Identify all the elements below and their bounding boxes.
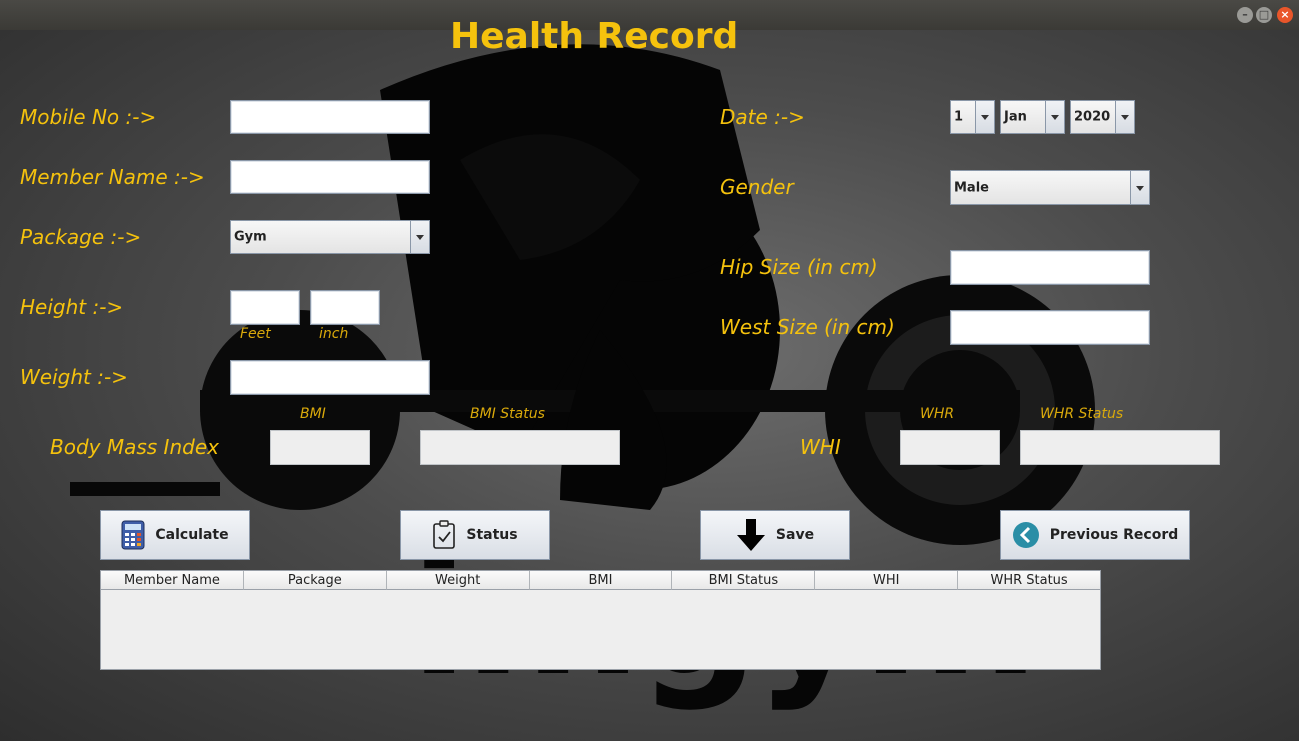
gender-value: Male — [954, 180, 989, 195]
column-header-bmi[interactable]: BMI — [529, 571, 673, 590]
year-value: 2020 — [1074, 109, 1111, 125]
feet-label: Feet — [240, 326, 271, 342]
arrow-down-icon — [736, 519, 765, 551]
hip-size-input[interactable] — [950, 250, 1150, 285]
inch-label: inch — [319, 326, 349, 342]
member-name-label: Member Name :-> — [20, 165, 205, 189]
bmi-status-label: BMI Status — [470, 406, 545, 422]
whr-output — [900, 430, 1000, 465]
bmi-output — [270, 430, 370, 465]
bmi-label: BMI — [300, 406, 326, 422]
column-header-member-name[interactable]: Member Name — [101, 571, 244, 590]
date-label: Date :-> — [720, 105, 805, 129]
column-header-whi[interactable]: WHI — [815, 571, 959, 590]
waist-size-input[interactable] — [950, 310, 1150, 345]
chevron-down-icon[interactable] — [1045, 101, 1064, 133]
minimize-icon[interactable]: – — [1237, 7, 1253, 23]
mobile-label: Mobile No :-> — [20, 105, 157, 129]
year-select[interactable]: 2020 — [1070, 100, 1135, 134]
maximize-icon[interactable]: □ — [1256, 7, 1272, 23]
calculate-button[interactable]: Calculate — [100, 510, 250, 560]
previous-record-label: Previous Record — [1049, 527, 1179, 543]
save-label: Save — [775, 527, 815, 543]
month-select[interactable]: Jan — [1000, 100, 1065, 134]
whr-status-output — [1020, 430, 1220, 465]
column-header-bmi-status[interactable]: BMI Status — [672, 571, 816, 590]
day-value: 1 — [954, 109, 964, 125]
table-header: Member Name Package Weight BMI BMI Statu… — [101, 571, 1101, 590]
status-button[interactable]: Status — [400, 510, 550, 560]
calculate-label: Calculate — [155, 527, 229, 543]
gender-label: Gender — [720, 175, 794, 199]
weight-label: Weight :-> — [20, 365, 128, 389]
chevron-down-icon[interactable] — [1130, 171, 1149, 204]
clipboard-check-icon — [433, 520, 456, 549]
close-icon[interactable]: × — [1277, 7, 1293, 23]
waist-size-label: West Size (in cm) — [720, 315, 895, 339]
mobile-input[interactable] — [230, 100, 430, 134]
chevron-down-icon[interactable] — [410, 221, 429, 253]
status-label: Status — [466, 527, 518, 543]
weight-input[interactable] — [230, 360, 430, 395]
column-header-whr-status[interactable]: WHR Status — [958, 571, 1101, 590]
gender-select[interactable]: Male — [950, 170, 1150, 205]
column-header-weight[interactable]: Weight — [386, 571, 530, 590]
chevron-down-icon[interactable] — [975, 101, 994, 133]
package-value: Gym — [234, 229, 267, 245]
records-table[interactable]: Member Name Package Weight BMI BMI Statu… — [100, 570, 1101, 670]
height-inch-input[interactable] — [310, 290, 380, 325]
save-button[interactable]: Save — [700, 510, 850, 560]
member-name-input[interactable] — [230, 160, 430, 194]
package-label: Package :-> — [20, 225, 142, 249]
whr-status-label: WHR Status — [1040, 406, 1124, 422]
column-header-package[interactable]: Package — [243, 571, 387, 590]
height-label: Height :-> — [20, 295, 124, 319]
whr-label: WHR — [920, 406, 955, 422]
month-value: Jan — [1004, 109, 1027, 125]
package-select[interactable]: Gym — [230, 220, 430, 254]
chevron-left-circle-icon — [1012, 522, 1039, 548]
previous-record-button[interactable]: Previous Record — [1000, 510, 1190, 560]
calculator-icon — [121, 520, 145, 550]
whi-label: WHI — [800, 435, 841, 459]
body-mass-index-label: Body Mass Index — [50, 435, 219, 459]
page-title: Health Record — [450, 16, 739, 57]
bmi-status-output — [420, 430, 620, 465]
chevron-down-icon[interactable] — [1115, 101, 1134, 133]
day-select[interactable]: 1 — [950, 100, 995, 134]
height-feet-input[interactable] — [230, 290, 300, 325]
hip-size-label: Hip Size (in cm) — [720, 255, 878, 279]
